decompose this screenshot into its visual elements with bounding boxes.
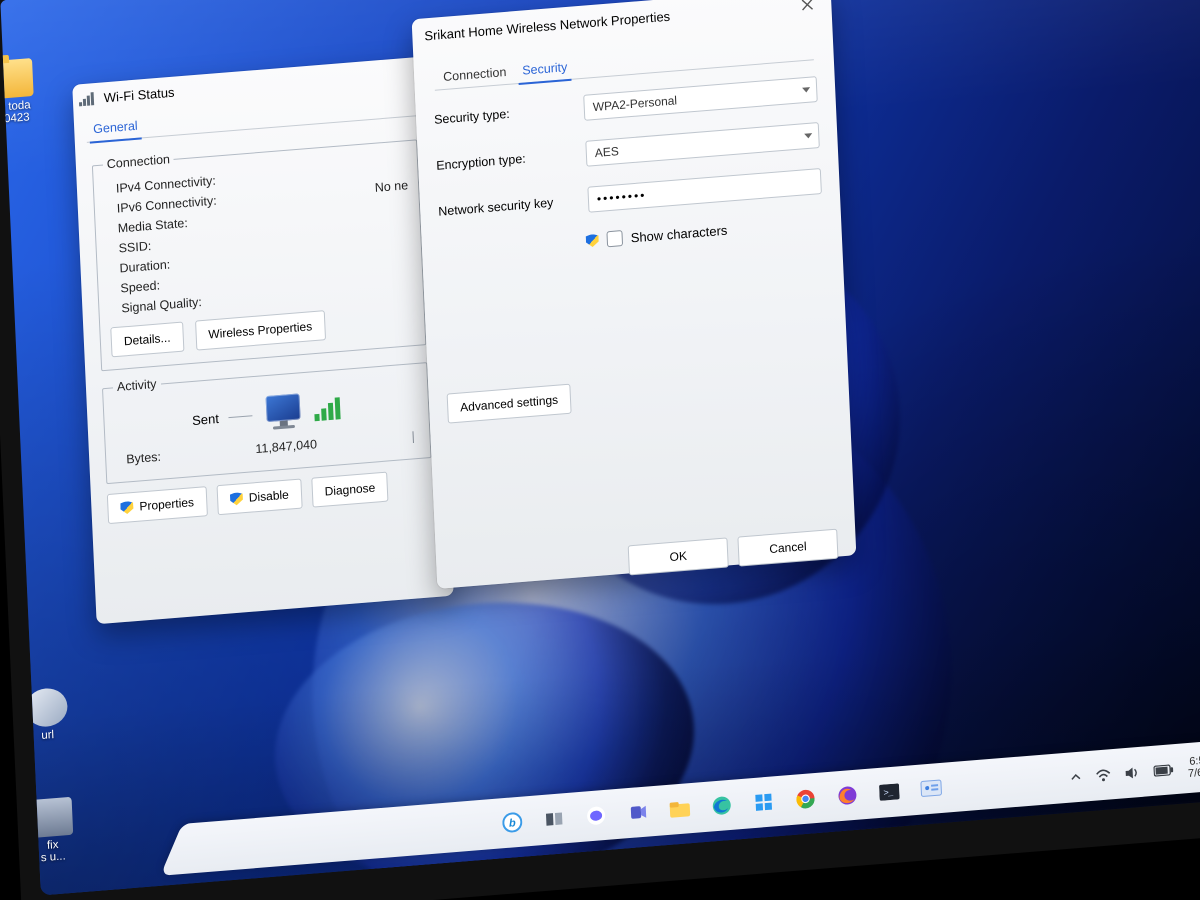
security-type-combo[interactable]: WPA2-Personal [583, 76, 818, 121]
speed-label: Speed: [108, 278, 160, 296]
shield-icon [120, 501, 134, 515]
desktop-fix-label2: s u... [41, 850, 66, 864]
terminal-icon[interactable]: >_ [874, 776, 905, 808]
network-key-input[interactable] [587, 168, 822, 213]
bing-icon[interactable]: b [497, 806, 528, 838]
show-characters-checkbox[interactable] [606, 230, 623, 247]
tab-general[interactable]: General [86, 113, 145, 141]
desktop-folder-cropped[interactable]: te toda 10423 [0, 57, 52, 128]
tray-chevron-icon[interactable] [1070, 771, 1083, 784]
close-icon [801, 0, 814, 11]
ssid-label: SSID: [106, 239, 151, 257]
ipv6-value: No ne [375, 178, 409, 195]
firefox-icon[interactable] [832, 779, 863, 811]
sent-label: Sent [192, 410, 219, 427]
desktop-screen: te toda 10423 url fix s u... Wi-Fi Statu… [0, 0, 1200, 895]
diagnose-button[interactable]: Diagnose [311, 472, 389, 508]
svg-text:b: b [509, 817, 517, 830]
settings-icon[interactable] [916, 773, 947, 805]
security-type-value: WPA2-Personal [592, 93, 677, 114]
show-characters-label: Show characters [630, 222, 727, 245]
security-type-label: Security type: [434, 102, 574, 127]
advanced-settings-button[interactable]: Advanced settings [447, 384, 572, 424]
activity-group: Activity Sent Bytes:11,847,040| [102, 355, 432, 484]
signal-label: Signal Quality: [109, 295, 202, 316]
disable-button[interactable]: Disable [216, 479, 302, 516]
wireless-properties-button[interactable]: Wireless Properties [195, 310, 326, 350]
taskbar-time: 6:57 PM [1187, 753, 1200, 769]
connection-group: Connection IPv4 Connectivity: IPv6 Conne… [92, 132, 427, 371]
tray-wifi-icon[interactable] [1096, 768, 1112, 782]
wifi-status-title: Wi-Fi Status [103, 84, 174, 105]
network-key-label: Network security key [438, 194, 578, 219]
desktop-url-label: url [41, 729, 54, 742]
bytes-label: Bytes: [126, 450, 161, 467]
tray-volume-icon[interactable] [1125, 765, 1141, 779]
start-icon[interactable] [748, 786, 779, 818]
chevron-down-icon [804, 133, 812, 139]
tab-security[interactable]: Security [515, 55, 575, 83]
shield-icon [230, 492, 244, 506]
duration-label: Duration: [107, 257, 170, 276]
details-button[interactable]: Details... [110, 322, 184, 358]
svg-text:>_: >_ [883, 787, 894, 798]
encryption-type-label: Encryption type: [436, 148, 576, 173]
encryption-type-value: AES [595, 144, 620, 160]
taskview-icon[interactable] [539, 803, 570, 835]
network-properties-window: Srikant Home Wireless Network Properties… [412, 0, 857, 589]
desktop-fix-label: fix [47, 839, 59, 852]
explorer-icon[interactable] [664, 793, 695, 825]
close-button[interactable] [787, 0, 828, 20]
chrome-icon[interactable] [790, 783, 821, 815]
properties-button[interactable]: Properties [107, 486, 208, 524]
edge-icon[interactable] [706, 789, 737, 821]
activity-bars-icon [314, 397, 341, 421]
shield-icon [586, 233, 600, 247]
taskbar-clock[interactable]: 6:57 PM 7/6/2023 [1187, 753, 1200, 781]
tray-battery-icon[interactable] [1154, 764, 1174, 777]
teams-icon[interactable] [622, 796, 653, 828]
wifi-status-window: Wi-Fi Status General Connection IPv4 Con… [72, 56, 454, 624]
taskbar-systray: 6:57 PM 7/6/2023 [1069, 750, 1200, 789]
chat-icon[interactable] [580, 800, 611, 832]
taskbar-date: 7/6/2023 [1188, 765, 1200, 781]
activity-group-legend: Activity [113, 377, 161, 395]
wifi-signal-icon [79, 92, 95, 106]
encryption-type-combo[interactable]: AES [585, 122, 820, 167]
chevron-down-icon [802, 87, 810, 93]
connection-group-legend: Connection [103, 152, 175, 172]
monitor-icon [262, 393, 310, 433]
